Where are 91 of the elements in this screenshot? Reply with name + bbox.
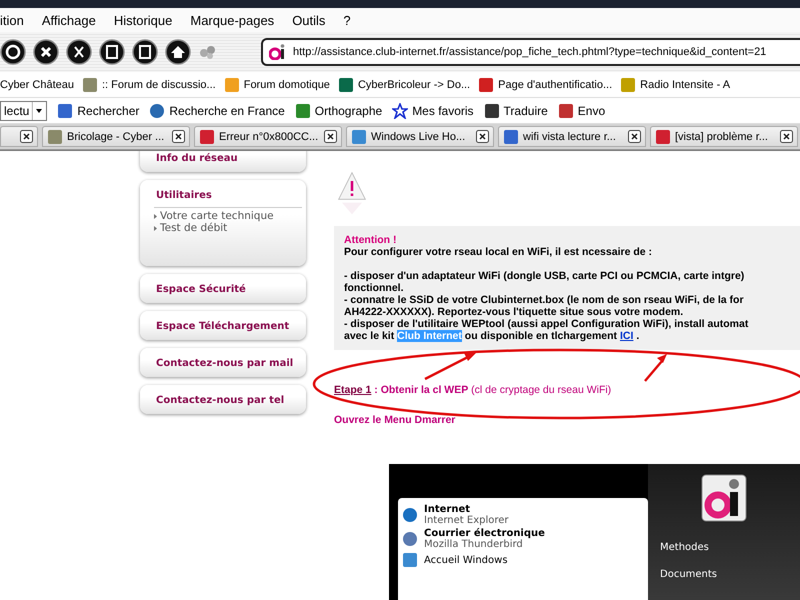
step-link[interactable]: Etape 1 xyxy=(334,384,372,396)
paste-icon[interactable] xyxy=(132,39,158,65)
menu-item[interactable]: ? xyxy=(343,12,369,28)
ci-logo-icon xyxy=(701,474,747,522)
close-icon[interactable] xyxy=(324,130,337,143)
notice-text: - disposer de l'utilitaire WEPtool (aussi appel Configuration WiFi), install automat xyxy=(344,318,750,330)
browser-tab[interactable] xyxy=(0,126,38,147)
copy-icon[interactable] xyxy=(99,39,125,65)
program-item[interactable]: Accueil Windows xyxy=(402,552,644,568)
site-icon xyxy=(199,128,215,144)
close-icon[interactable] xyxy=(628,130,641,143)
site-icon xyxy=(57,102,74,118)
sidebar-link[interactable]: Espace Téléchargement xyxy=(156,321,290,332)
program-item[interactable]: Internet Internet Explorer xyxy=(402,504,644,526)
site-icon xyxy=(351,128,367,144)
chevron-icon xyxy=(154,226,157,230)
browser-tab[interactable]: Bricolage - Cyber ... xyxy=(42,126,190,147)
program-title: Internet xyxy=(424,504,472,515)
search-engine-dropdown[interactable]: lectu xyxy=(0,100,48,120)
sidebar-link[interactable]: Contactez-nous par tel xyxy=(156,395,284,406)
stop-icon[interactable] xyxy=(33,39,59,65)
bookmark-item[interactable]: Forum domotique xyxy=(224,76,330,92)
sidebar-link[interactable]: Utilitaires xyxy=(156,190,212,201)
sidebar-link[interactable]: Info du réseau xyxy=(156,153,238,164)
instruction-heading: Ouvrez le Menu Dmarrer xyxy=(334,414,456,426)
download-link[interactable]: ICI xyxy=(620,330,634,342)
program-title: Courrier électronique xyxy=(424,528,545,539)
notice-heading: Attention ! xyxy=(344,234,398,246)
browser-tab[interactable]: Windows Live Ho... xyxy=(346,126,494,147)
browser-tab[interactable]: Erreur n°0x800CC... xyxy=(194,126,342,147)
star-icon xyxy=(392,102,408,118)
sidebar-link[interactable]: Contactez-nous par mail xyxy=(156,358,294,369)
site-icon xyxy=(47,128,63,144)
site-icon xyxy=(484,102,500,118)
sidebar-link[interactable]: Espace Sécurité xyxy=(156,284,246,295)
annotation-arrow xyxy=(424,353,476,380)
site-icon xyxy=(478,76,494,92)
start-menu-item[interactable]: Documents xyxy=(660,569,800,580)
menu-item[interactable]: Affichage xyxy=(42,12,114,28)
site-icon xyxy=(338,76,354,92)
start-menu-item[interactable]: Methodes xyxy=(660,542,800,553)
annotation-arrow xyxy=(644,354,667,382)
toolbar-button[interactable]: Recherche en France xyxy=(149,102,285,118)
close-icon[interactable] xyxy=(780,130,793,143)
toolbar-button[interactable]: Rechercher xyxy=(57,102,140,118)
bookmark-item[interactable]: Cyber Château xyxy=(0,78,74,90)
gear-icon[interactable] xyxy=(198,44,218,60)
chevron-icon xyxy=(154,214,157,218)
site-icon xyxy=(224,76,240,92)
notice-text: - connatre le SSiD de votre Clubinternet.box (le nom de son rseau WiFi, de la for xyxy=(344,294,745,306)
program-title: Accueil Windows xyxy=(424,554,508,566)
notice-text: - disposer d'un adaptateur WiFi (dongle USB, carte PCI ou PCMCIA, carte intgre) xyxy=(344,270,746,282)
toolbar-button[interactable]: Traduire xyxy=(484,102,548,118)
menu-item[interactable]: Historique xyxy=(114,12,190,28)
program-subtitle: Mozilla Thunderbird xyxy=(424,539,523,550)
close-icon[interactable] xyxy=(172,130,185,143)
site-icon xyxy=(294,102,311,118)
notice-text: AH4222-XXXXXX). Reportez-vous l'tiquette situe sous votre modem. xyxy=(344,306,684,318)
site-logo-icon xyxy=(269,44,287,60)
step-text: Etape 1 : Obtenir la cl WEP (cl de cryptage du rseau WiFi) xyxy=(334,384,612,396)
site-icon xyxy=(655,128,671,144)
sidebar-sublink[interactable]: Test de débit xyxy=(154,222,302,234)
bookmark-item[interactable]: CyberBricoleur -> Do... xyxy=(338,76,470,92)
menu-item[interactable]: ition xyxy=(0,12,42,28)
address-field[interactable]: http://assistance.club-internet.fr/assistance/pop_fiche_tech.phtml?type=technique&id_content=21 xyxy=(261,38,800,66)
site-icon xyxy=(503,128,519,144)
home-icon[interactable] xyxy=(165,39,191,65)
menu-item[interactable]: Outils xyxy=(292,12,344,28)
browser-tab[interactable]: wifi vista lecture r... xyxy=(498,126,646,147)
browser-tab[interactable]: [vista] problème r... xyxy=(650,126,798,147)
site-icon xyxy=(402,552,418,568)
bookmark-item[interactable]: :: Forum de discussio... xyxy=(82,76,216,92)
toolbar-button[interactable]: Orthographe xyxy=(294,102,382,118)
site-icon xyxy=(620,76,636,92)
reload-icon[interactable] xyxy=(0,39,26,65)
sidebar-sublink[interactable]: Votre carte technique xyxy=(154,210,302,222)
menu-item[interactable]: Marque-pages xyxy=(190,12,292,28)
bookmark-item[interactable]: Page d'authentificatio... xyxy=(478,76,612,92)
program-subtitle: Internet Explorer xyxy=(424,515,509,526)
scissors-icon[interactable] xyxy=(66,39,92,65)
toolbar-button[interactable]: Envo xyxy=(558,102,606,118)
bookmark-item[interactable]: Radio Intensite - A xyxy=(620,76,730,92)
site-icon xyxy=(558,102,574,118)
close-icon[interactable] xyxy=(476,130,489,143)
notice-text: avec le kit Club Internet ou disponible en tlchargement ICI . xyxy=(344,330,640,342)
program-item[interactable]: Courrier électronique Mozilla Thunderbird xyxy=(402,528,644,550)
close-icon[interactable] xyxy=(20,130,33,143)
toolbar-button[interactable]: Mes favoris xyxy=(392,102,474,118)
notice-text: fonctionnel. xyxy=(344,282,404,294)
site-icon xyxy=(82,76,98,92)
notice-intro: Pour configurer votre rseau local en WiFi, il est ncessaire de : xyxy=(344,246,654,258)
